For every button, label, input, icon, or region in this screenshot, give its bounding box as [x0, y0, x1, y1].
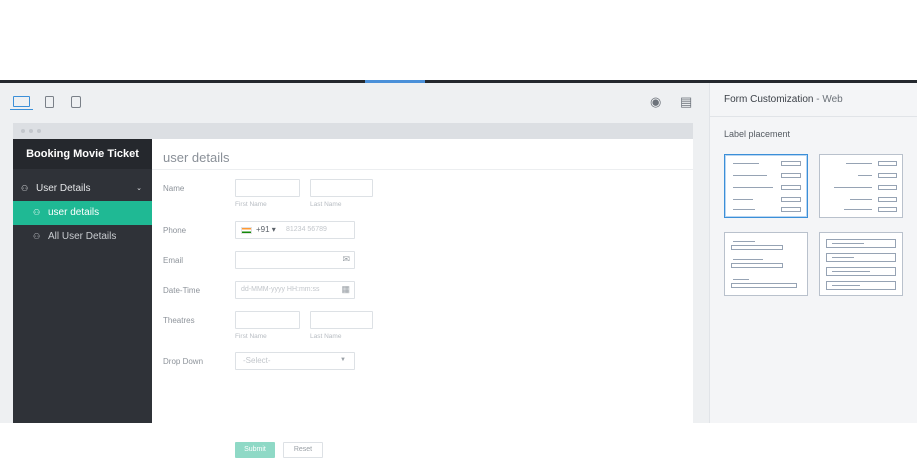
preview-box	[878, 185, 897, 190]
envelope-icon: ✉	[342, 254, 350, 264]
theatres-label: Theatres	[163, 316, 195, 325]
phone-placeholder: 81234 56789	[286, 226, 327, 233]
sidebar-item-all-user-details[interactable]: ⚇ All User Details	[13, 225, 152, 249]
submit-button[interactable]: Submit	[235, 442, 275, 458]
email-input[interactable]: ✉	[235, 251, 355, 269]
theatres-last-sublabel: Last Name	[310, 333, 342, 340]
preview-line	[832, 257, 854, 258]
page-title: user details	[163, 150, 230, 165]
theatres-last-input[interactable]	[310, 311, 373, 329]
phone-label: Phone	[163, 226, 187, 235]
canvas-area: ◉ ▤ Booking Movie Ticket ⚇ User Details ⌄…	[0, 83, 709, 458]
page-bottom-blank	[0, 423, 917, 438]
preview-line	[733, 241, 755, 242]
date-time-label: Date-Time	[163, 286, 201, 295]
preview-line	[858, 175, 872, 176]
preview-line	[832, 271, 870, 272]
preview-line	[850, 199, 872, 200]
email-label: Email	[163, 256, 184, 265]
sidebar: Booking Movie Ticket ⚇ User Details ⌄ ⚇ us…	[13, 139, 152, 423]
users-icon: ⚇	[33, 232, 41, 241]
chevron-down-icon: ⌄	[136, 185, 142, 192]
preview-line	[733, 209, 755, 210]
preview-window: Booking Movie Ticket ⚇ User Details ⌄ ⚇ us…	[13, 123, 693, 458]
users-icon: ⚇	[33, 208, 41, 217]
preview-box	[781, 161, 801, 166]
preview-line	[733, 279, 749, 280]
window-title-bar	[13, 123, 693, 139]
reset-button[interactable]: Reset	[283, 442, 323, 458]
preview-box	[878, 197, 897, 202]
preview-line	[733, 199, 753, 200]
sidebar-app-title: Booking Movie Ticket	[13, 139, 152, 169]
preview-box	[878, 173, 897, 178]
window-dot	[37, 129, 41, 133]
window-dot	[21, 129, 25, 133]
preview-box	[781, 173, 801, 178]
tablet-icon[interactable]	[45, 96, 54, 108]
first-name-input[interactable]	[235, 179, 300, 197]
device-toolbar: ◉ ▤	[0, 83, 709, 121]
preview-line	[733, 259, 763, 260]
sidebar-item-user-details[interactable]: ⚇ user details	[13, 201, 152, 225]
preview-box	[731, 283, 797, 288]
preview-line	[832, 285, 860, 286]
label-placement-top-option[interactable]	[724, 232, 808, 296]
title-divider	[152, 169, 693, 170]
panel-title: Form Customization	[724, 94, 814, 105]
window-dot	[29, 129, 33, 133]
sidebar-group-label: User Details	[36, 183, 91, 194]
sidebar-item-label: All User Details	[48, 231, 117, 242]
customization-panel: Form Customization - Web Label placement	[709, 83, 917, 423]
sidebar-group-user-details[interactable]: ⚇ User Details ⌄	[13, 177, 152, 201]
paint-bucket-icon[interactable]: ◉	[650, 94, 661, 110]
desktop-icon[interactable]	[10, 96, 33, 110]
preview-line	[733, 175, 767, 176]
label-placement-right-option[interactable]	[819, 154, 903, 218]
preview-box	[781, 185, 801, 190]
preview-box	[878, 161, 897, 166]
preview-line	[834, 187, 872, 188]
date-time-input[interactable]: dd-MMM-yyyy HH:mm:ss ▦	[235, 281, 355, 299]
preview-line	[733, 163, 759, 164]
last-name-input[interactable]	[310, 179, 373, 197]
drop-down-select[interactable]: -Select- ▼	[235, 352, 355, 370]
date-time-placeholder: dd-MMM-yyyy HH:mm:ss	[241, 286, 320, 293]
drop-down-label: Drop Down	[163, 357, 204, 366]
preview-line	[846, 163, 872, 164]
preview-box	[731, 263, 783, 268]
caret-down-icon: ▼	[340, 357, 346, 363]
layout-icon[interactable]: ▤	[680, 94, 692, 110]
page-top-blank	[0, 0, 917, 80]
preview-box	[731, 245, 783, 250]
preview-box	[878, 207, 897, 212]
panel-title-suffix: - Web	[813, 94, 843, 105]
phone-input[interactable]: +91 ▾ 81234 56789	[235, 221, 355, 239]
calendar-icon[interactable]: ▦	[341, 284, 350, 295]
india-flag-icon	[241, 227, 252, 234]
preview-line	[832, 243, 864, 244]
theatres-first-sublabel: First Name	[235, 333, 267, 340]
first-name-sublabel: First Name	[235, 201, 267, 208]
users-icon: ⚇	[21, 184, 29, 193]
preview-line	[844, 209, 872, 210]
mobile-icon[interactable]	[71, 96, 81, 108]
preview-box	[781, 197, 801, 202]
theatres-first-input[interactable]	[235, 311, 300, 329]
preview-box	[781, 207, 801, 212]
select-placeholder: -Select-	[243, 356, 271, 365]
sidebar-item-label: user details	[48, 207, 100, 218]
name-label: Name	[163, 184, 185, 193]
panel-header: Form Customization - Web	[710, 83, 917, 117]
last-name-sublabel: Last Name	[310, 201, 342, 208]
label-placement-heading: Label placement	[724, 129, 791, 139]
label-placement-left-option[interactable]	[724, 154, 808, 218]
label-placement-inside-option[interactable]	[819, 232, 903, 296]
preview-line	[733, 187, 773, 188]
country-code[interactable]: +91 ▾	[256, 225, 276, 234]
